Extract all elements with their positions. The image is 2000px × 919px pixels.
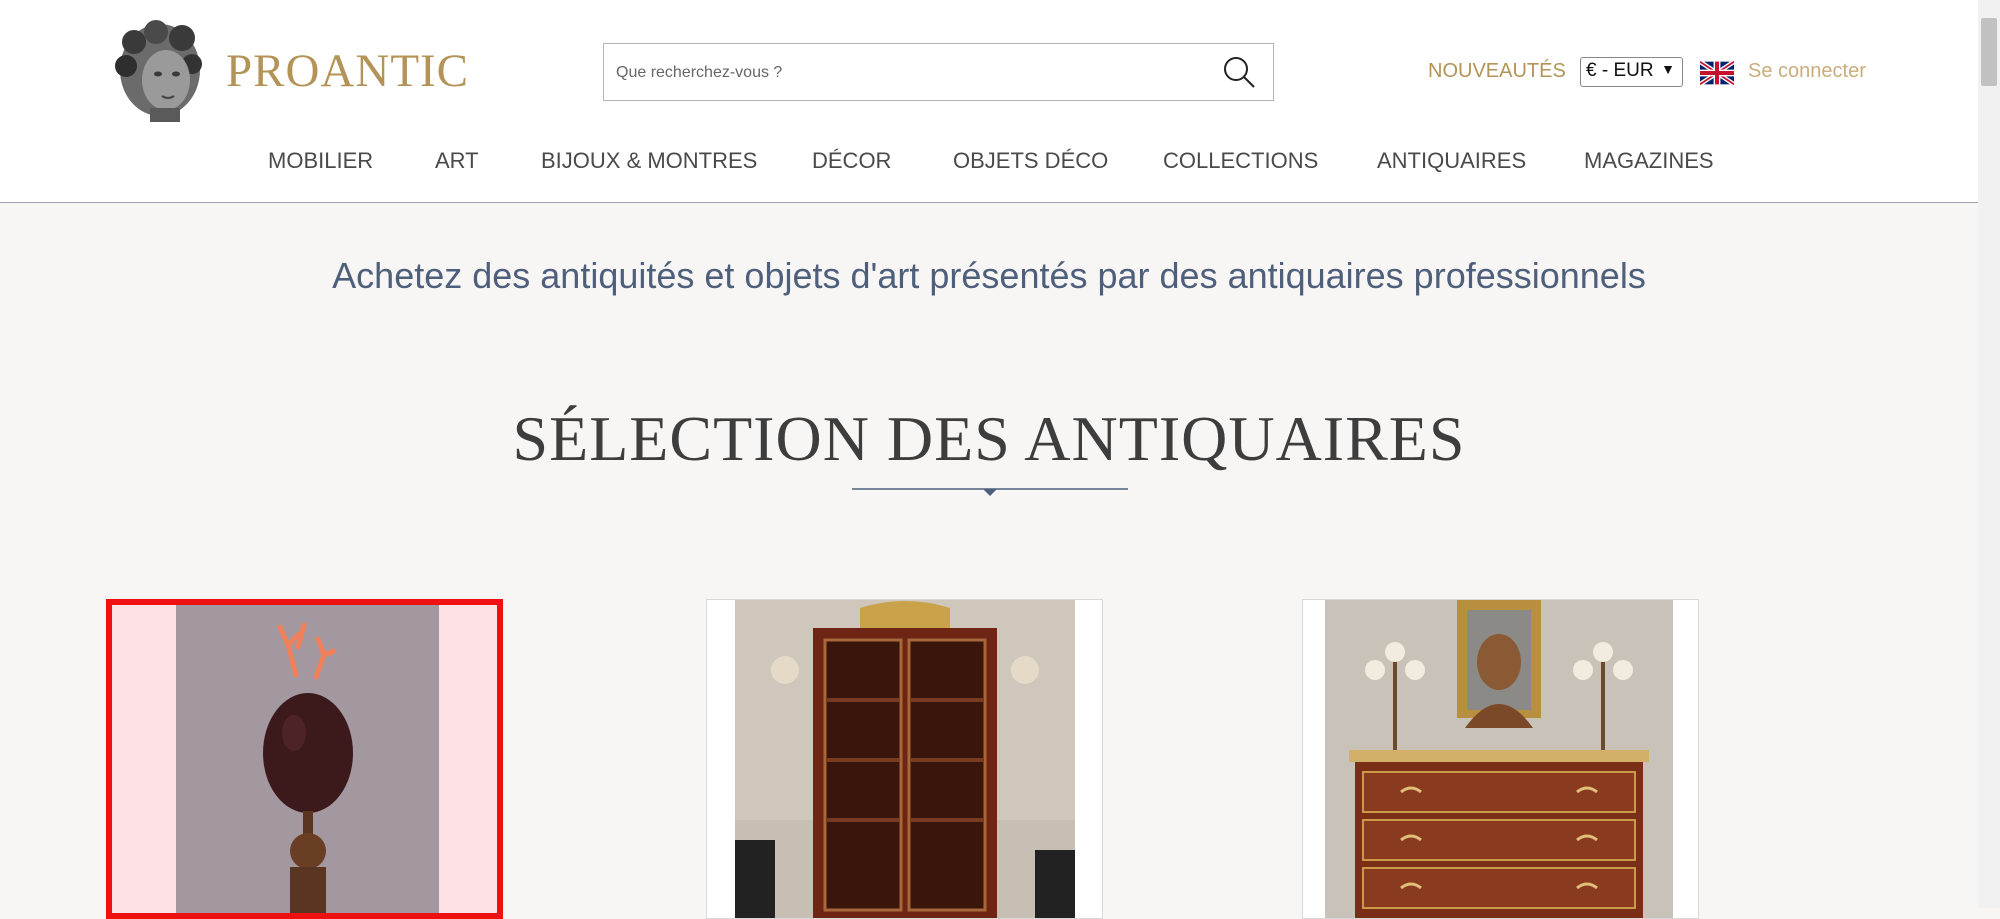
currency-select[interactable]: € - EUR ▼ <box>1580 57 1683 87</box>
logo[interactable]: PROANTIC <box>112 20 469 122</box>
title-divider <box>852 488 1128 496</box>
nav-item-art[interactable]: ART <box>435 148 479 174</box>
search-icon[interactable] <box>1221 54 1257 90</box>
nav-item-antiquaires[interactable]: ANTIQUAIRES <box>1377 148 1526 174</box>
product-card-bookcase[interactable] <box>706 599 1103 919</box>
product-image <box>1325 600 1673 918</box>
logo-head-icon <box>115 20 202 122</box>
nav-item-decor[interactable]: DÉCOR <box>812 148 891 174</box>
search-input[interactable] <box>614 44 1208 102</box>
currency-value: € - EUR <box>1586 60 1654 81</box>
new-arrivals-link[interactable]: NOUVEAUTÉS <box>1428 60 1566 83</box>
site-header: PROANTIC NOUVEAUTÉS € - EUR ▼ Se connect… <box>0 0 1978 203</box>
page-scrollbar[interactable] <box>1978 0 2000 908</box>
chevron-down-icon: ▼ <box>1661 61 1675 77</box>
nav-item-collections[interactable]: COLLECTIONS <box>1163 148 1318 174</box>
tagline: Achetez des antiquités et objets d'art p… <box>332 255 1646 296</box>
sign-in-link[interactable]: Se connecter <box>1748 60 1866 83</box>
product-image <box>176 605 439 913</box>
nav-item-magazines[interactable]: MAGAZINES <box>1584 148 1714 174</box>
nav-item-mobilier[interactable]: MOBILIER <box>268 148 373 174</box>
uk-flag-icon[interactable] <box>1700 61 1734 85</box>
product-card-egg[interactable] <box>106 599 503 919</box>
search-bar <box>603 43 1274 102</box>
brand-name: PROANTIC <box>226 45 470 97</box>
product-image <box>735 600 1075 918</box>
product-card-commode[interactable] <box>1302 599 1699 919</box>
main-nav: MOBILIER ART BIJOUX & MONTRES DÉCOR OBJE… <box>0 148 1978 178</box>
section-title: SÉLECTION DES ANTIQUAIRES <box>512 403 1466 474</box>
nav-item-objets-deco[interactable]: OBJETS DÉCO <box>953 148 1108 174</box>
scrollbar-thumb[interactable] <box>1981 18 1997 86</box>
nav-item-bijoux-montres[interactable]: BIJOUX & MONTRES <box>541 148 757 174</box>
